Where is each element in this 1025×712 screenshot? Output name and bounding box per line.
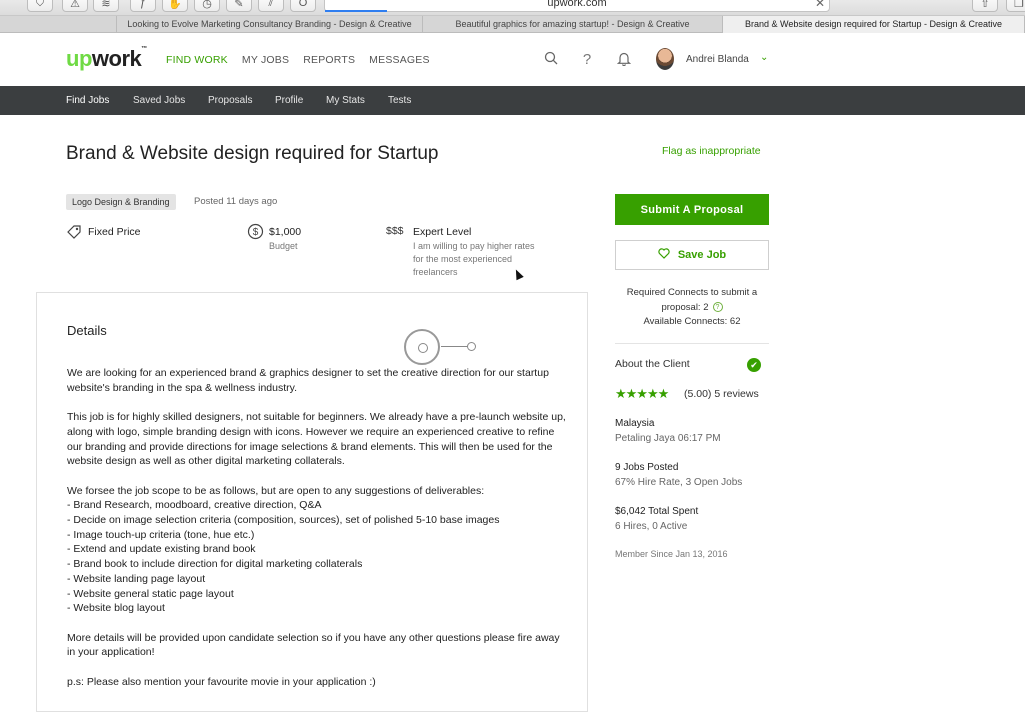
about-client-heading: About the Client xyxy=(615,358,690,370)
bell-icon[interactable] xyxy=(615,51,633,69)
shield-icon[interactable]: ⛉ xyxy=(27,0,53,12)
details-heading: Details xyxy=(67,323,107,338)
tab-evolve-marketing[interactable]: Looking to Evolve Marketing Consultancy … xyxy=(117,16,423,33)
posted-date: Posted 11 days ago xyxy=(194,196,278,207)
divider xyxy=(615,343,769,344)
layers-icon[interactable]: ≋ xyxy=(93,0,119,12)
save-job-label: Save Job xyxy=(677,249,727,261)
avatar[interactable] xyxy=(656,48,674,70)
save-job-button[interactable]: Save Job xyxy=(615,240,769,270)
client-member-since: Member Since Jan 13, 2016 xyxy=(615,549,728,559)
svg-text:$: $ xyxy=(253,227,259,238)
tab-brand-website[interactable]: Brand & Website design required for Star… xyxy=(723,16,1025,33)
connects-line-2: proposal: 2 xyxy=(661,301,709,313)
subnav-saved-jobs[interactable]: Saved Jobs xyxy=(133,86,185,115)
client-city-time: Petaling Jaya 06:17 PM xyxy=(615,433,721,444)
help-icon[interactable]: ? xyxy=(578,51,596,69)
tabs-overview-icon[interactable]: ❐ xyxy=(1006,0,1025,12)
share-icon[interactable]: ⇧ xyxy=(972,0,998,12)
client-country: Malaysia xyxy=(615,418,655,429)
rating-text: (5.00) 5 reviews xyxy=(684,388,759,400)
subnav-proposals[interactable]: Proposals xyxy=(208,86,252,115)
question-icon[interactable]: ? xyxy=(712,301,723,312)
hand-icon[interactable]: ✋ xyxy=(162,0,188,12)
logo-up: up xyxy=(66,46,92,71)
clock-icon[interactable]: ◷ xyxy=(194,0,220,12)
page-load-progress xyxy=(325,10,387,12)
tab-beautiful-graphics[interactable]: Beautiful graphics for amazing startup! … xyxy=(423,16,723,33)
subnav-find-jobs[interactable]: Find Jobs xyxy=(66,86,109,115)
subnav-my-stats[interactable]: My Stats xyxy=(326,86,365,115)
script-icon[interactable]: ƒ xyxy=(130,0,156,12)
click-indicator xyxy=(404,329,440,365)
chevron-down-icon[interactable]: ⌄ xyxy=(760,52,768,63)
user-name[interactable]: Andrei Blanda xyxy=(686,54,749,65)
available-connects: Available Connects: 62 xyxy=(643,316,741,327)
logo-work: work xyxy=(91,46,142,71)
job-type: Fixed Price xyxy=(88,226,141,238)
tag-icon xyxy=(66,224,82,243)
rating-stars: ★★★★★ xyxy=(615,386,669,401)
stop-loading-icon[interactable]: ✕ xyxy=(815,0,825,11)
browser-tab-bar: Looking to Evolve Marketing Consultancy … xyxy=(0,16,1025,33)
job-title: Brand & Website design required for Star… xyxy=(66,143,439,164)
nav-find-work[interactable]: FIND WORK xyxy=(166,54,228,66)
search-icon[interactable] xyxy=(542,51,560,69)
site-header: upwork™ FIND WORK MY JOBS REPORTS MESSAG… xyxy=(0,34,1025,86)
browser-toolbar: ⛉ ⚠ ≋ ƒ ✋ ◷ ✎ ⫽ O upwork.com ✕ ⇧ ❐ xyxy=(0,0,1025,16)
client-total-spent: $6,042 Total Spent xyxy=(615,506,699,517)
subnav-tests[interactable]: Tests xyxy=(388,86,411,115)
url-text: upwork.com xyxy=(547,0,607,9)
client-jobs-posted: 9 Jobs Posted xyxy=(615,462,679,473)
flag-inappropriate-link[interactable]: Flag as inappropriate xyxy=(662,145,761,157)
client-hire-rate: 67% Hire Rate, 3 Open Jobs xyxy=(615,477,743,488)
level-symbol: $$$ xyxy=(386,225,404,237)
pen-icon[interactable]: ✎ xyxy=(226,0,252,12)
tab-blank xyxy=(0,16,117,33)
heart-icon xyxy=(658,248,670,262)
nav-my-jobs[interactable]: MY JOBS xyxy=(242,54,289,66)
main-nav: FIND WORK MY JOBS REPORTS MESSAGES xyxy=(166,54,430,66)
address-bar[interactable]: upwork.com ✕ xyxy=(324,0,830,12)
job-details-card: Details We are looking for an experience… xyxy=(36,292,588,712)
verified-check-icon: ✔ xyxy=(747,358,761,372)
nav-reports[interactable]: REPORTS xyxy=(303,54,355,66)
budget-amount: $1,000 xyxy=(269,226,302,238)
experience-level: Expert Level xyxy=(413,226,472,238)
warning-icon[interactable]: ⚠ xyxy=(62,0,88,12)
dollar-coin-icon: $ xyxy=(247,223,264,243)
upwork-logo[interactable]: upwork™ xyxy=(66,46,147,72)
budget-label: Budget xyxy=(269,241,298,251)
subnav-profile[interactable]: Profile xyxy=(275,86,303,115)
sub-nav: Find Jobs Saved Jobs Proposals Profile M… xyxy=(0,86,1025,115)
click-indicator-dot xyxy=(467,342,476,351)
skill-tag[interactable]: Logo Design & Branding xyxy=(66,194,176,210)
nav-messages[interactable]: MESSAGES xyxy=(369,54,430,66)
job-description: We are looking for an experienced brand … xyxy=(67,367,566,688)
connects-info: Required Connects to submit a proposal: … xyxy=(615,286,769,330)
opera-icon[interactable]: O xyxy=(290,0,316,12)
connects-line-1: Required Connects to submit a xyxy=(626,287,758,298)
stripes-icon[interactable]: ⫽ xyxy=(258,0,284,12)
submit-proposal-button[interactable]: Submit A Proposal xyxy=(615,194,769,225)
client-hires: 6 Hires, 0 Active xyxy=(615,521,688,532)
